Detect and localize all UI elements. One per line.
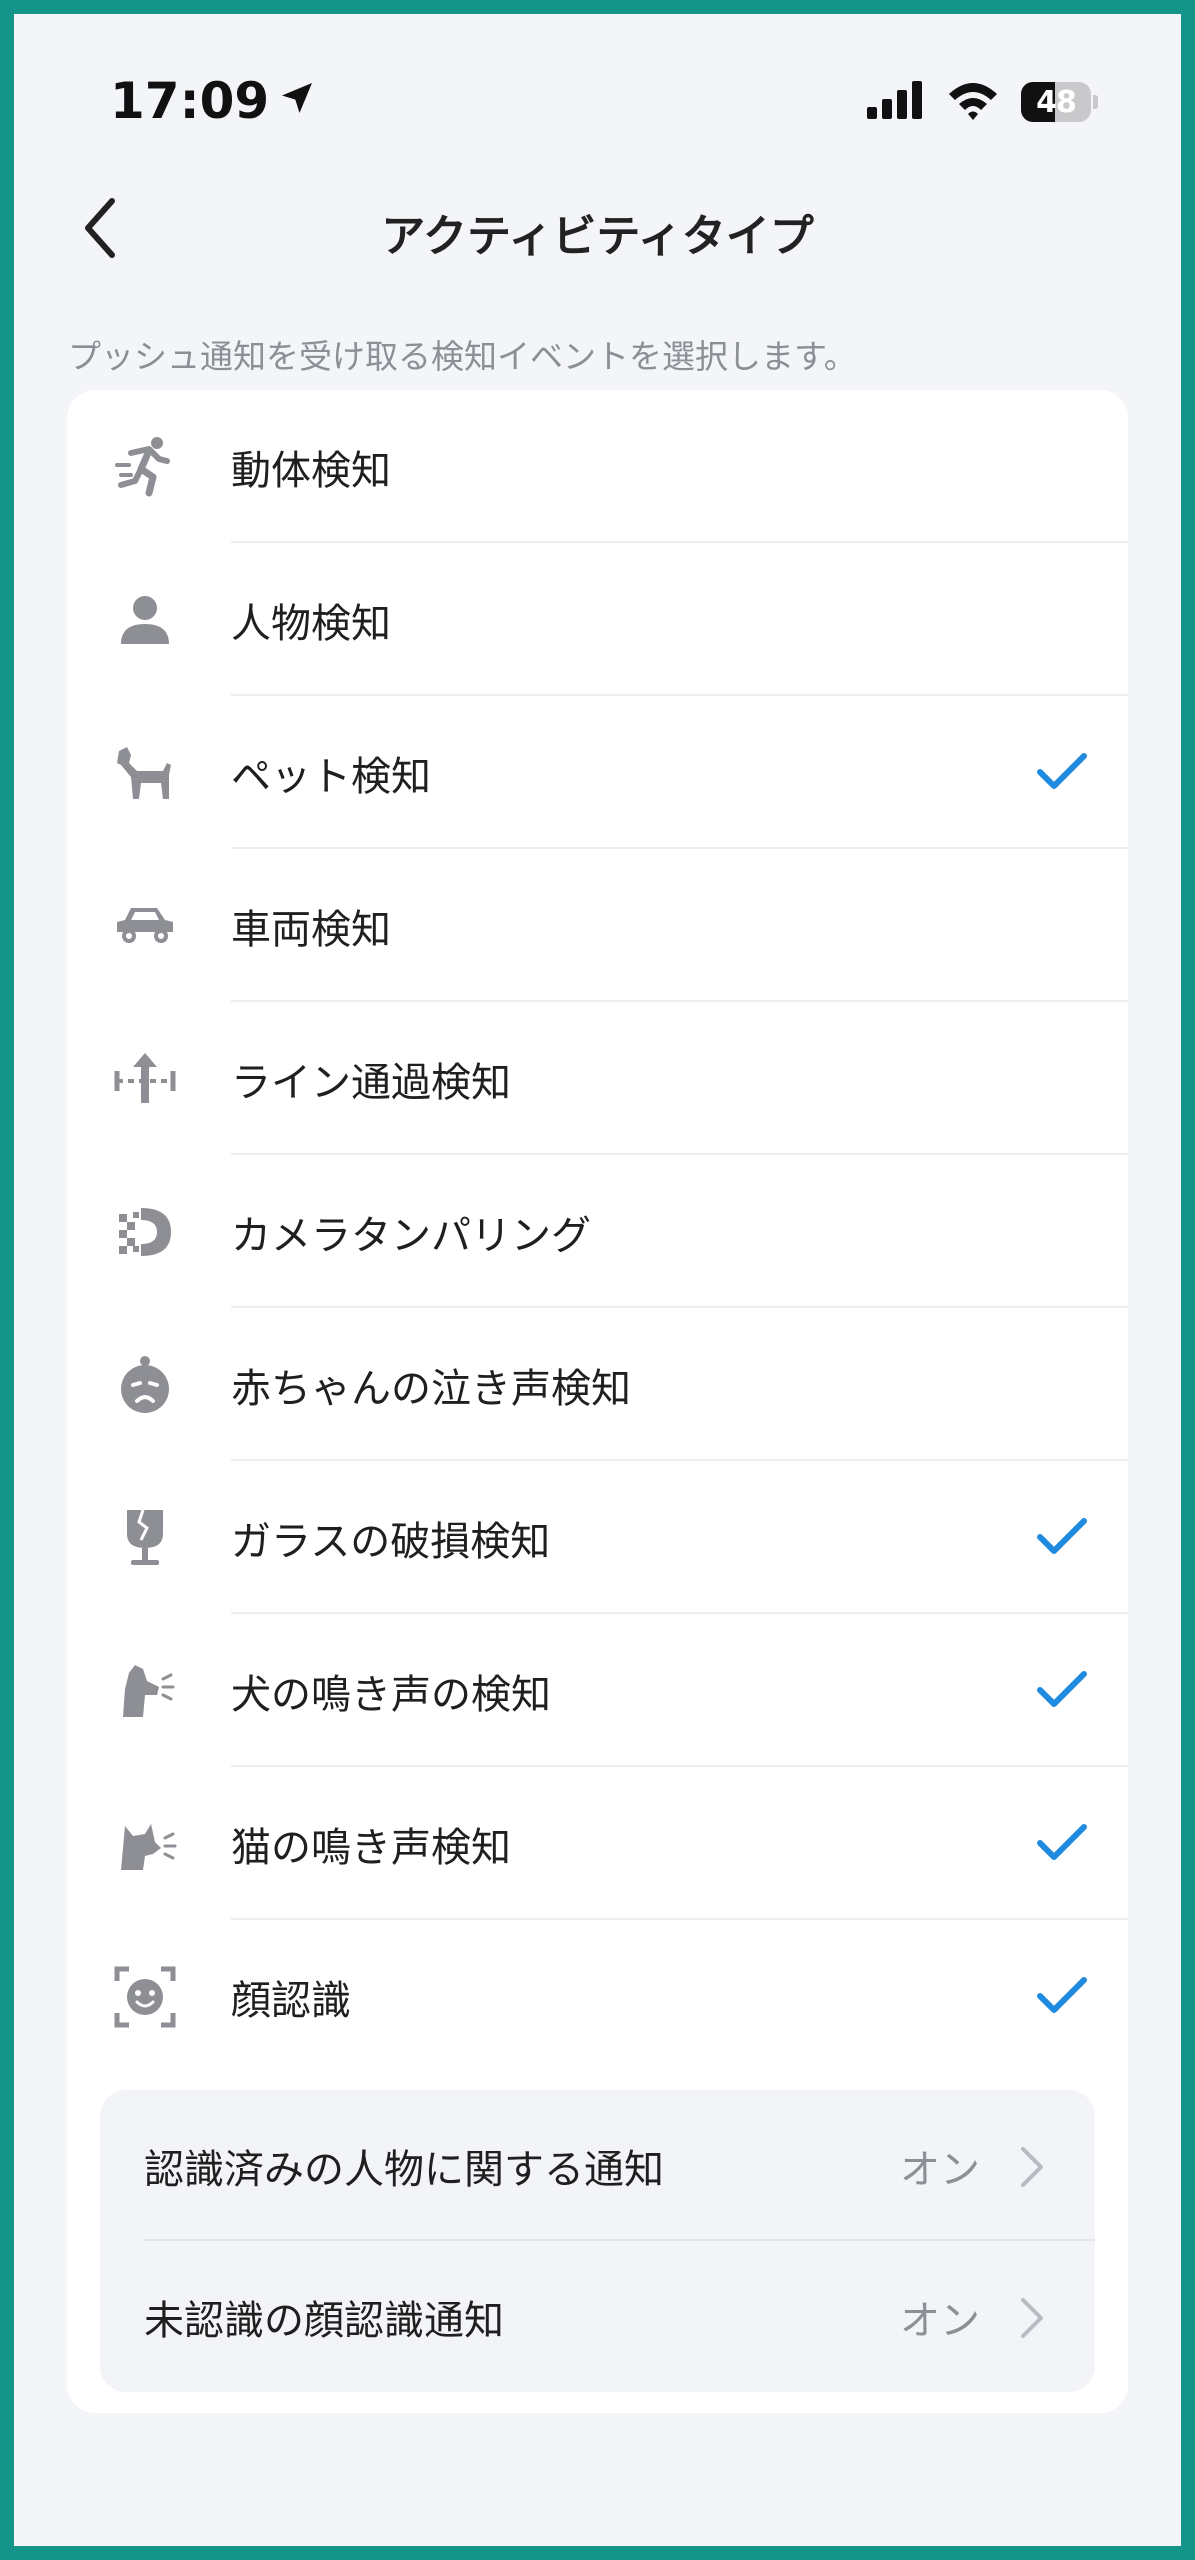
known-person-notification-row[interactable]: 認識済みの人物に関する通知 オン <box>100 2090 1095 2241</box>
status-time: 17:09 <box>110 72 317 130</box>
battery-level: 48 <box>1036 84 1077 120</box>
running-person-icon <box>113 435 177 499</box>
activity-item-label: カメラタンパリング <box>231 1212 591 1259</box>
activity-item-row[interactable]: ペット検知 <box>67 696 1128 849</box>
baby-cry-icon <box>113 1353 177 1417</box>
activity-type-list: 動体検知人物検知ペット検知車両検知ライン通過検知カメラタンパリング 赤ちゃんの泣き… <box>67 390 1128 2413</box>
page-description: プッシュ通知を受け取る検知イベントを選択します。 <box>68 337 857 376</box>
camera-tampering-icon <box>113 1200 177 1264</box>
activity-item-row[interactable]: 人物検知 <box>67 543 1128 696</box>
wifi-icon <box>947 80 999 124</box>
line-crossing-icon <box>113 1047 177 1111</box>
status-indicators: 48 <box>867 80 1099 124</box>
face-recognition-settings: 認識済みの人物に関する通知 オン 未認識の顔認識通知 オン <box>100 2090 1095 2392</box>
screen: 17:09 48 アクティビティタイプ プッシュ通知を受け取る検知イベントを選択… <box>14 14 1181 2546</box>
face-recognition-icon <box>113 1965 177 2029</box>
checkmark-icon <box>1036 1972 1088 2020</box>
location-arrow-icon <box>277 72 317 130</box>
checkmark-icon <box>1036 748 1088 796</box>
activity-item-label: ペット検知 <box>231 753 431 800</box>
activity-item-row[interactable]: 車両検知 <box>67 849 1128 1002</box>
known-person-notification-label: 認識済みの人物に関する通知 <box>144 2146 664 2193</box>
known-person-notification-value: オン <box>900 2146 980 2193</box>
activity-item-row[interactable]: ガラスの破損検知 <box>67 1461 1128 1614</box>
checkmark-icon <box>1036 1513 1088 1561</box>
activity-item-row[interactable]: 動体検知 <box>67 390 1128 543</box>
person-icon <box>113 588 177 652</box>
broken-glass-icon <box>113 1506 177 1570</box>
activity-item-row[interactable]: ライン通過検知 <box>67 1002 1128 1155</box>
activity-item-row[interactable]: カメラタンパリング <box>67 1155 1128 1308</box>
chevron-right-icon <box>1021 2298 1043 2338</box>
activity-item-row[interactable]: 赤ちゃんの泣き声検知 <box>67 1308 1128 1461</box>
activity-item-label: 動体検知 <box>231 447 391 494</box>
activity-item-label: ガラスの破損検知 <box>231 1518 551 1565</box>
page-title: アクティビティタイプ <box>381 211 814 262</box>
checkmark-icon <box>1036 1666 1088 1714</box>
unknown-face-notification-label: 未認識の顔認識通知 <box>144 2297 504 2344</box>
activity-item-label: 犬の鳴き声の検知 <box>231 1671 551 1718</box>
activity-item-label: 人物検知 <box>231 600 391 647</box>
activity-item-row[interactable]: 猫の鳴き声検知 <box>67 1767 1128 1920</box>
activity-item-label: 猫の鳴き声検知 <box>231 1824 511 1871</box>
battery-icon: 48 <box>1021 82 1099 122</box>
activity-item-label: 車両検知 <box>231 906 391 953</box>
chevron-right-icon <box>1021 2147 1043 2187</box>
car-icon <box>113 894 177 958</box>
activity-item-label: 赤ちゃんの泣き声検知 <box>231 1365 631 1412</box>
activity-item-label: 顔認識 <box>231 1977 351 2024</box>
unknown-face-notification-row[interactable]: 未認識の顔認識通知 オン <box>100 2241 1095 2392</box>
status-time-text: 17:09 <box>110 72 270 130</box>
dog-bark-icon <box>113 1659 177 1723</box>
activity-item-row[interactable]: 犬の鳴き声の検知 <box>67 1614 1128 1767</box>
unknown-face-notification-value: オン <box>900 2297 980 2344</box>
activity-item-label: ライン通過検知 <box>231 1059 511 1106</box>
activity-item-row[interactable]: 顔認識 <box>67 1920 1128 2073</box>
dog-icon <box>113 741 177 805</box>
cat-meow-icon <box>113 1812 177 1876</box>
checkmark-icon <box>1036 1819 1088 1867</box>
cellular-signal-icon <box>867 81 925 123</box>
